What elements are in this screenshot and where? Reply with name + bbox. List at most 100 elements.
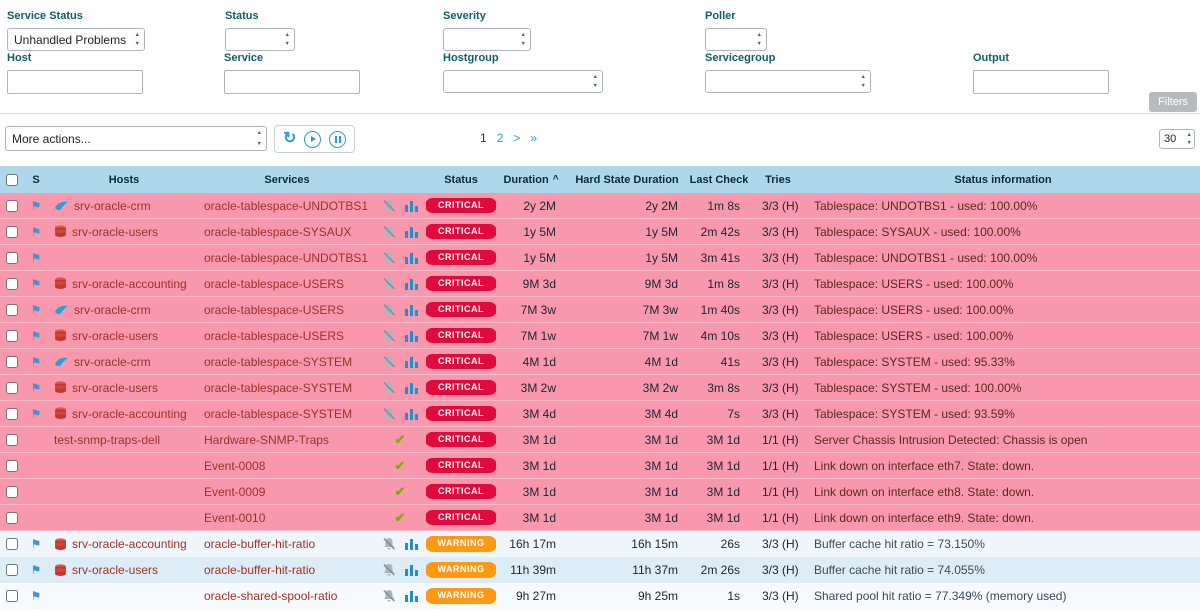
host-link[interactable]: test-snmp-traps-dell bbox=[54, 433, 160, 447]
host-link[interactable]: srv-oracle-crm bbox=[74, 355, 151, 369]
host-link[interactable]: srv-oracle-crm bbox=[74, 303, 151, 317]
row-checkbox[interactable] bbox=[6, 590, 18, 602]
column-header-hard-state-duration[interactable]: Hard State Duration bbox=[566, 166, 688, 193]
performance-graph-icon[interactable] bbox=[405, 538, 418, 550]
row-checkbox[interactable] bbox=[6, 330, 18, 342]
column-header-status-information[interactable]: Status information bbox=[806, 166, 1200, 193]
hard-state-duration-cell: 1y 5M bbox=[566, 245, 688, 270]
performance-graph-icon[interactable] bbox=[405, 590, 418, 602]
row-checkbox[interactable] bbox=[6, 512, 18, 524]
column-header-last-check[interactable]: Last Check bbox=[688, 166, 750, 193]
column-header-hosts[interactable]: Hosts bbox=[48, 166, 200, 193]
flag-icon: ⚑ bbox=[31, 252, 42, 264]
service-link[interactable]: oracle-tablespace-SYSAUX bbox=[204, 225, 351, 239]
refresh-icon[interactable]: ↻ bbox=[283, 131, 296, 147]
performance-graph-icon[interactable] bbox=[405, 304, 418, 316]
hard-state-duration-cell: 3M 2w bbox=[566, 375, 688, 400]
service-link[interactable]: Hardware-SNMP-Traps bbox=[204, 433, 329, 447]
table-row: ⚑srv-oracle-crmoracle-tablespace-USERSCR… bbox=[0, 297, 1200, 323]
service-status-select[interactable]: Unhandled Problems bbox=[7, 28, 145, 51]
performance-graph-icon[interactable] bbox=[405, 382, 418, 394]
row-checkbox[interactable] bbox=[6, 226, 18, 238]
poller-select[interactable] bbox=[705, 28, 767, 51]
play-icon[interactable] bbox=[304, 131, 321, 148]
status-select[interactable] bbox=[225, 28, 295, 51]
column-header-services[interactable]: Services bbox=[200, 166, 374, 193]
performance-graph-icon[interactable] bbox=[405, 330, 418, 342]
column-header-duration[interactable]: Duration ^ bbox=[496, 166, 566, 193]
service-link[interactable]: oracle-tablespace-USERS bbox=[204, 329, 344, 343]
service-link[interactable]: Event-0009 bbox=[204, 485, 265, 499]
row-checkbox[interactable] bbox=[6, 486, 18, 498]
row-checkbox[interactable] bbox=[6, 460, 18, 472]
flag-icon: ⚑ bbox=[31, 304, 42, 316]
output-input[interactable] bbox=[973, 70, 1109, 94]
service-link[interactable]: oracle-tablespace-UNDOTBS1 bbox=[204, 199, 368, 213]
hostgroup-select[interactable] bbox=[443, 70, 603, 93]
row-checkbox[interactable] bbox=[6, 564, 18, 576]
performance-graph-icon[interactable] bbox=[405, 278, 418, 290]
host-input[interactable] bbox=[7, 70, 143, 94]
column-header-status[interactable]: Status bbox=[426, 166, 496, 193]
next-page-icon[interactable]: > bbox=[513, 131, 520, 145]
row-checkbox[interactable] bbox=[6, 304, 18, 316]
row-checkbox[interactable] bbox=[6, 434, 18, 446]
host-link[interactable]: srv-oracle-crm bbox=[74, 199, 151, 213]
table-header: S Hosts Services Status Duration ^ Hard … bbox=[0, 166, 1200, 193]
service-link[interactable]: oracle-tablespace-USERS bbox=[204, 303, 344, 317]
row-checkbox[interactable] bbox=[6, 356, 18, 368]
column-header-s[interactable]: S bbox=[24, 166, 48, 193]
row-checkbox[interactable] bbox=[6, 382, 18, 394]
last-page-icon[interactable]: » bbox=[530, 131, 537, 145]
page-size-select[interactable]: 30 bbox=[1159, 129, 1195, 149]
more-actions-select[interactable]: More actions... bbox=[5, 126, 267, 151]
status-information-cell: Tablespace: USERS - used: 100.00% bbox=[806, 297, 1200, 322]
performance-graph-icon[interactable] bbox=[405, 564, 418, 576]
row-checkbox[interactable] bbox=[6, 408, 18, 420]
duration-cell: 4M 1d bbox=[496, 349, 566, 374]
host-link[interactable]: srv-oracle-accounting bbox=[72, 277, 187, 291]
last-check-cell: 3M 1d bbox=[688, 505, 750, 530]
performance-graph-icon[interactable] bbox=[405, 408, 418, 420]
service-link[interactable]: oracle-tablespace-SYSTEM bbox=[204, 355, 352, 369]
performance-graph-icon[interactable] bbox=[405, 252, 418, 264]
service-link[interactable]: oracle-buffer-hit-ratio bbox=[204, 537, 315, 551]
performance-graph-icon[interactable] bbox=[405, 356, 418, 368]
service-input[interactable] bbox=[224, 70, 360, 94]
service-link[interactable]: Event-0008 bbox=[204, 459, 265, 473]
service-link[interactable]: oracle-tablespace-UNDOTBS1 bbox=[204, 251, 368, 265]
pause-bar bbox=[339, 136, 341, 143]
select-all-checkbox[interactable] bbox=[6, 174, 18, 186]
status-information-cell: Buffer cache hit ratio = 73.150% bbox=[806, 531, 1200, 557]
row-checkbox[interactable] bbox=[6, 252, 18, 264]
column-header-tries[interactable]: Tries bbox=[750, 166, 806, 193]
host-link[interactable]: srv-oracle-users bbox=[72, 563, 158, 577]
row-checkbox[interactable] bbox=[6, 200, 18, 212]
host-link[interactable]: srv-oracle-users bbox=[72, 381, 158, 395]
service-link[interactable]: oracle-shared-spool-ratio bbox=[204, 589, 337, 603]
last-check-cell: 1m 8s bbox=[688, 271, 750, 296]
service-link[interactable]: Event-0010 bbox=[204, 511, 265, 525]
service-link[interactable]: oracle-tablespace-SYSTEM bbox=[204, 381, 352, 395]
host-link[interactable]: srv-oracle-accounting bbox=[72, 537, 187, 551]
page-2-link[interactable]: 2 bbox=[497, 131, 504, 145]
service-link[interactable]: oracle-tablespace-SYSTEM bbox=[204, 407, 352, 421]
table-row: test-snmp-traps-dellHardware-SNMP-Traps✔… bbox=[0, 427, 1200, 453]
servicegroup-select[interactable] bbox=[705, 70, 871, 93]
host-link[interactable]: srv-oracle-users bbox=[72, 225, 158, 239]
service-link[interactable]: oracle-tablespace-USERS bbox=[204, 277, 344, 291]
passive-check-icon: ✔ bbox=[395, 511, 406, 524]
page-current[interactable]: 1 bbox=[480, 131, 487, 145]
play-triangle bbox=[311, 136, 316, 142]
pause-icon[interactable] bbox=[329, 131, 346, 148]
row-checkbox[interactable] bbox=[6, 538, 18, 550]
performance-graph-icon[interactable] bbox=[405, 226, 418, 238]
filters-button[interactable]: Filters bbox=[1149, 92, 1197, 112]
host-link[interactable]: srv-oracle-accounting bbox=[72, 407, 187, 421]
host-link[interactable]: srv-oracle-users bbox=[72, 329, 158, 343]
service-link[interactable]: oracle-buffer-hit-ratio bbox=[204, 563, 315, 577]
sort-asc-icon: ^ bbox=[553, 174, 559, 185]
severity-select[interactable] bbox=[443, 28, 531, 51]
row-checkbox[interactable] bbox=[6, 278, 18, 290]
performance-graph-icon[interactable] bbox=[405, 200, 418, 212]
